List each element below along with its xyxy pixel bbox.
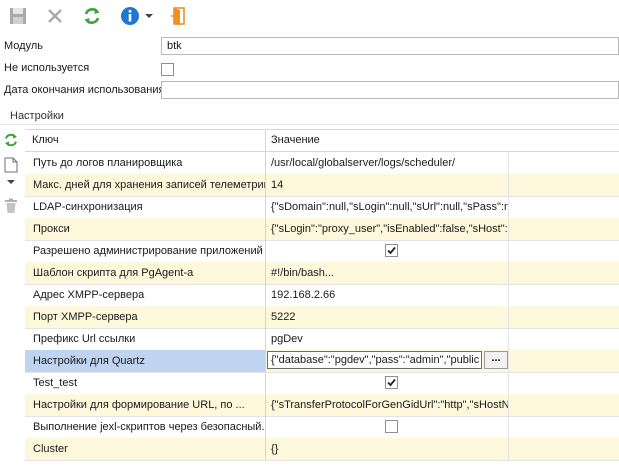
grid-row[interactable]: LDAP-синхронизация {"sDomain":null,"sLog… <box>25 196 619 219</box>
module-row: Модуль btk <box>0 37 619 57</box>
row-key: Прокси <box>33 223 70 235</box>
grid-row[interactable]: Выполнение jexl-скриптов через безопасны… <box>25 416 619 439</box>
settings-section-title: Настройки <box>10 110 64 122</box>
grid-row[interactable]: Cluster {} <box>25 438 619 461</box>
grid-row[interactable]: Настройки для формирование URL, по ... {… <box>25 394 619 417</box>
module-field[interactable]: btk <box>161 37 619 55</box>
grid-row[interactable]: Путь до логов планировщика /usr/local/gl… <box>25 152 619 175</box>
grid-row[interactable]: Порт XMPP-сервера 5222 <box>25 306 619 329</box>
row-key: Настройки для Quartz <box>25 350 265 372</box>
grid-row[interactable]: Разрешено администрирование приложений <box>25 240 619 263</box>
end-date-row: Дата окончания использования <box>0 81 619 101</box>
delete-trash-icon[interactable] <box>2 197 20 215</box>
row-checkbox-checked[interactable] <box>385 244 398 257</box>
row-checkbox-unchecked[interactable] <box>385 420 398 433</box>
grid-row[interactable]: Макс. дней для хранения записей телеметр… <box>25 174 619 197</box>
grid-row[interactable]: Шаблон скрипта для PgAgent-a #!/bin/bash… <box>25 262 619 285</box>
row-value[interactable]: 192.168.2.66 <box>266 284 508 306</box>
row-value[interactable]: {"sLogin":"proxy_user","isEnabled":false… <box>266 218 508 240</box>
end-date-field[interactable] <box>161 81 619 99</box>
row-value[interactable]: /usr/local/globalserver/logs/scheduler/ <box>266 152 508 174</box>
new-document-icon[interactable] <box>2 156 20 174</box>
exit-door-icon[interactable] <box>167 4 191 28</box>
grid-row[interactable]: Прокси {"sLogin":"proxy_user","isEnabled… <box>25 218 619 241</box>
row-value[interactable]: {"sDomain":null,"sLogin":null,"sUrl":nul… <box>266 196 508 218</box>
grid-row[interactable]: Адрес XMPP-сервера 192.168.2.66 <box>25 284 619 307</box>
settings-grid: Ключ Значение Путь до логов планировщика… <box>25 129 619 461</box>
dropdown-arrow-icon[interactable] <box>143 4 155 28</box>
unused-row: Не используется <box>0 59 619 79</box>
row-value[interactable]: 5222 <box>266 306 508 328</box>
row-key: LDAP-синхронизация <box>33 201 143 213</box>
row-key: Префикс Url ссылки <box>33 333 136 345</box>
row-key: Шаблон скрипта для PgAgent-a <box>33 267 194 279</box>
row-key: Путь до логов планировщика <box>33 157 183 169</box>
module-label: Модуль <box>4 40 43 52</box>
dropdown-arrow-icon[interactable] <box>2 176 20 188</box>
row-key: Порт XMPP-сервера <box>33 311 138 323</box>
save-icon[interactable] <box>6 4 30 28</box>
refresh-grid-icon[interactable] <box>2 131 20 149</box>
close-icon[interactable] <box>43 4 67 28</box>
info-icon[interactable] <box>118 4 142 28</box>
grid-header: Ключ Значение <box>25 130 619 152</box>
row-key: Cluster <box>33 443 68 455</box>
row-key: Test_test <box>33 377 78 389</box>
row-key: Выполнение jexl-скриптов через безопасны… <box>33 421 265 433</box>
row-key: Разрешено администрирование приложений <box>33 245 263 257</box>
unused-label: Не используется <box>4 62 90 74</box>
row-value[interactable]: pgDev <box>266 328 508 350</box>
section-divider <box>0 124 619 125</box>
toolbar <box>0 0 619 33</box>
column-header-value[interactable]: Значение <box>271 134 320 146</box>
end-date-label: Дата окончания использования <box>4 84 165 96</box>
unused-checkbox[interactable] <box>161 63 174 76</box>
row-key: Настройки для формирование URL, по ... <box>33 399 245 411</box>
row-checkbox-checked[interactable] <box>385 376 398 389</box>
row-value[interactable]: {"sTransferProtocolForGenGidUrl":"http",… <box>266 394 508 416</box>
grid-row-selected[interactable]: Настройки для Quartz {"database":"pgdev"… <box>25 350 619 373</box>
refresh-icon[interactable] <box>80 4 104 28</box>
row-value[interactable]: #!/bin/bash... <box>266 262 508 284</box>
row-value[interactable]: {} <box>266 438 508 460</box>
row-key: Макс. дней для хранения записей телеметр… <box>33 179 265 191</box>
row-key: Адрес XMPP-сервера <box>33 289 145 301</box>
row-value-editor[interactable]: {"database":"pgdev","pass":"admin","publ… <box>267 351 482 369</box>
column-header-key[interactable]: Ключ <box>32 134 59 146</box>
ellipsis-button[interactable]: ... <box>484 351 508 369</box>
grid-row[interactable]: Префикс Url ссылки pgDev <box>25 328 619 351</box>
grid-row[interactable]: Test_test <box>25 372 619 395</box>
row-value[interactable]: 14 <box>266 174 508 196</box>
